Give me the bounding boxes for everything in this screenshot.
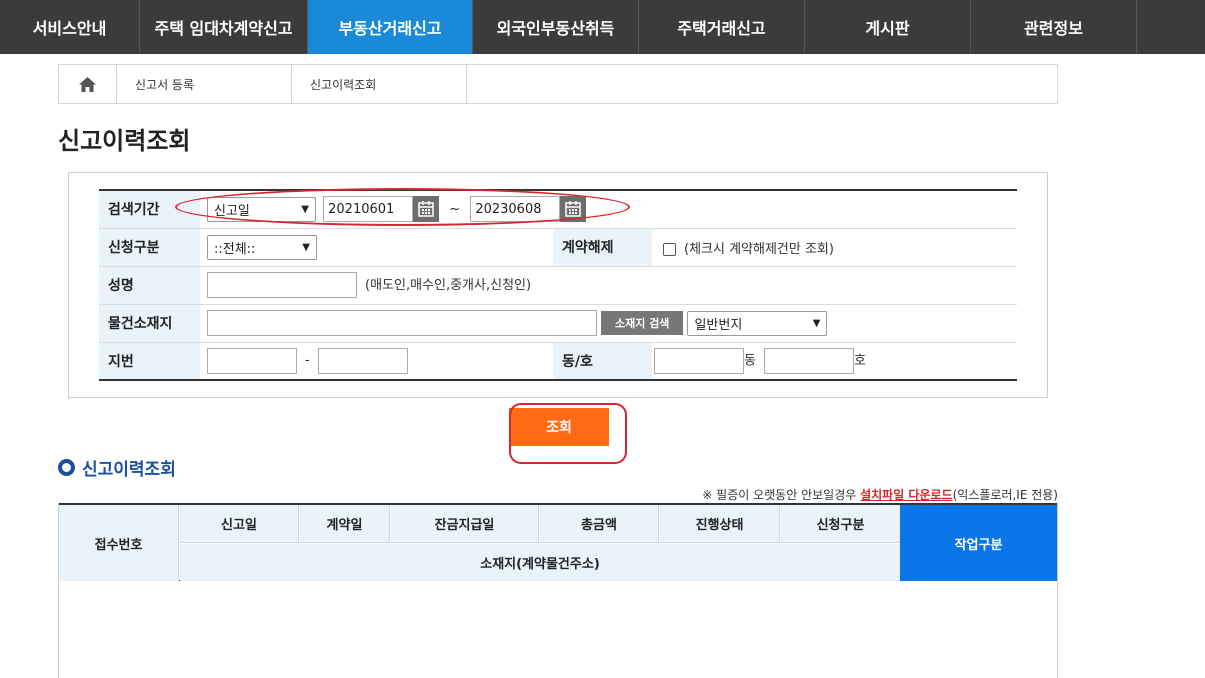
- lot-sub-input[interactable]: [317, 347, 408, 374]
- dong-suffix: 동: [744, 353, 756, 369]
- col-apply-type: 신청구분: [781, 505, 900, 543]
- lot-dash: -: [305, 353, 310, 369]
- breadcrumb: 신고서 등록 신고이력조회: [58, 64, 1058, 104]
- nav-item-label: 주택거래신고: [677, 19, 766, 38]
- col-total-amount: 총금액: [540, 505, 659, 543]
- chevron-down-icon: ▼: [301, 203, 309, 215]
- date-from-input[interactable]: 20210601: [323, 196, 414, 223]
- nav-item-housing-report[interactable]: 주택거래신고: [639, 0, 805, 54]
- search-row-period: 검색기간 신고일 ▼ 20210601 ~ 20230608: [99, 190, 1017, 229]
- chevron-down-icon: ▼: [812, 317, 821, 329]
- ho-suffix: 호: [853, 353, 866, 369]
- calendar-icon[interactable]: [413, 196, 440, 223]
- search-button[interactable]: 조회: [509, 408, 609, 446]
- search-row-lot: 지번 - 동/호 동 호: [99, 342, 1017, 381]
- cancel-label: 계약해제: [553, 228, 652, 267]
- notice-suffix: (익스플로러,IE 전용): [952, 488, 1058, 502]
- nav-item-label: 관련정보: [1024, 19, 1083, 38]
- nav-item-label: 게시판: [865, 19, 910, 38]
- breadcrumb-item-history[interactable]: 신고이력조회: [292, 65, 467, 103]
- nav-item-real-estate-report[interactable]: 부동산거래신고: [308, 0, 473, 54]
- chevron-down-icon: ▼: [302, 241, 310, 253]
- search-row-name: 성명 (매도인,매수인,중개사,신청인): [99, 266, 1017, 305]
- address-type-select[interactable]: 일반번지 ▼: [687, 310, 828, 336]
- address-search-button[interactable]: 소재지 검색: [601, 311, 684, 335]
- cancel-note: (체크시 계약해제건만 조회): [684, 241, 834, 257]
- results-table: 접수번호 신고일 계약일 잔금지급일 총금액 진행상태 신청구분 소재지(계약물…: [58, 503, 1058, 678]
- address-label: 물건소재지: [99, 304, 200, 343]
- nav-item-service-guide[interactable]: 서비스안내: [0, 0, 140, 54]
- search-form: 검색기간 신고일 ▼ 20210601 ~ 20230608 신청구분 ::전체:…: [99, 189, 1017, 381]
- nav-item-label: 부동산거래신고: [338, 19, 442, 38]
- lot-label: 지번: [99, 342, 200, 381]
- col-address: 소재지(계약물건주소): [180, 544, 900, 581]
- col-status: 진행상태: [660, 505, 780, 543]
- address-input[interactable]: [207, 310, 597, 336]
- dong-input[interactable]: [654, 347, 744, 374]
- col-report-date: 신고일: [180, 505, 299, 543]
- calendar-icon[interactable]: [560, 196, 587, 223]
- home-icon: [79, 76, 96, 92]
- date-separator: ~: [449, 201, 461, 217]
- name-label: 성명: [99, 266, 200, 305]
- results-title-text: 신고이력조회: [82, 460, 176, 480]
- circle-bullet-icon: [58, 459, 75, 476]
- address-type-value: 일반번지: [694, 317, 743, 333]
- nav-item-board[interactable]: 게시판: [805, 0, 971, 54]
- col-receipt-no: 접수번호: [59, 505, 179, 581]
- nav-item-label: 외국인부동산취득: [496, 19, 615, 38]
- nav-item-foreigner-acquisition[interactable]: 외국인부동산취득: [473, 0, 639, 54]
- date-type-value: 신고일: [214, 203, 250, 219]
- nav-item-lease-report[interactable]: 주택 임대차계약신고: [140, 0, 308, 54]
- col-balance-date: 잔금지급일: [391, 505, 539, 543]
- name-note: (매도인,매수인,중개사,신청인): [365, 277, 532, 293]
- name-input[interactable]: [207, 272, 357, 298]
- top-navigation: 서비스안내 주택 임대차계약신고 부동산거래신고 외국인부동산취득 주택거래신고…: [0, 0, 1205, 54]
- apply-type-value: ::전체::: [214, 241, 256, 257]
- dongho-label: 동/호: [553, 342, 652, 381]
- ho-input[interactable]: [763, 347, 854, 374]
- col-contract-date: 계약일: [300, 505, 390, 543]
- plugin-download-link[interactable]: 설치파일 다운로드: [860, 488, 953, 502]
- date-type-select[interactable]: 신고일 ▼: [207, 196, 316, 222]
- lot-main-input[interactable]: [207, 347, 297, 374]
- breadcrumb-label: 신고이력조회: [310, 77, 377, 92]
- plugin-notice: ※ 필증이 오랫동안 안보일경우 설치파일 다운로드(익스플로러,IE 전용): [702, 486, 1058, 503]
- cancel-checkbox[interactable]: [663, 242, 676, 256]
- breadcrumb-item-register[interactable]: 신고서 등록: [117, 65, 292, 103]
- apply-type-select[interactable]: ::전체:: ▼: [207, 234, 317, 260]
- period-label: 검색기간: [99, 190, 200, 229]
- search-row-address: 물건소재지 소재지 검색 일반번지 ▼: [99, 304, 1017, 343]
- results-section-title: 신고이력조회: [58, 455, 176, 480]
- search-row-apply-type: 신청구분 ::전체:: ▼ 계약해제 (체크시 계약해제건만 조회): [99, 228, 1017, 267]
- nav-item-related-info[interactable]: 관련정보: [971, 0, 1137, 54]
- page-title: 신고이력조회: [58, 127, 191, 155]
- nav-item-label: 주택 임대차계약신고: [154, 19, 293, 38]
- col-action: 작업구분: [900, 505, 1057, 581]
- results-table-header: 접수번호 신고일 계약일 잔금지급일 총금액 진행상태 신청구분 소재지(계약물…: [59, 503, 1057, 581]
- breadcrumb-label: 신고서 등록: [135, 77, 195, 92]
- apply-type-label: 신청구분: [99, 228, 200, 267]
- date-to-input[interactable]: 20230608: [470, 196, 561, 223]
- breadcrumb-home[interactable]: [59, 65, 117, 103]
- nav-item-label: 서비스안내: [32, 19, 107, 38]
- notice-prefix: ※ 필증이 오랫동안 안보일경우: [702, 488, 861, 502]
